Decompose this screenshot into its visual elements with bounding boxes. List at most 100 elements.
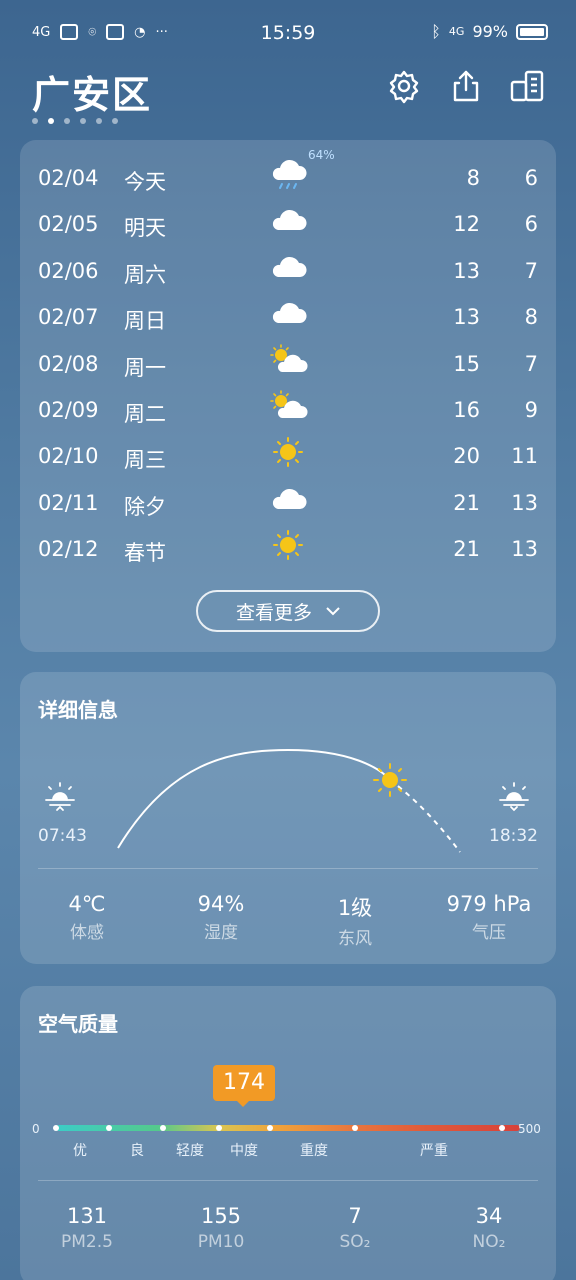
humidity-stat: 94% 湿度: [154, 892, 288, 943]
forecast-high: 13: [453, 258, 480, 283]
forecast-low: 9: [524, 398, 538, 422]
stat-label: 东风: [338, 929, 372, 949]
sunset-icon: [499, 782, 529, 812]
aqi-level-label: 严重: [420, 1143, 448, 1159]
settings-button[interactable]: [384, 66, 424, 106]
pollutant-value: 34: [475, 1204, 503, 1228]
aqi-tick: [499, 1125, 505, 1131]
forecast-high: 12: [453, 212, 480, 237]
forecast-row[interactable]: 02/12 春节 21 13: [20, 530, 556, 583]
forecast-high: 20: [453, 444, 480, 469]
forecast-low: 13: [511, 490, 538, 515]
aqi-level-label: 重度: [300, 1143, 328, 1159]
gear-icon: [389, 70, 419, 104]
cloud-icon: [272, 256, 307, 277]
aqi-value-badge: 174: [213, 1065, 275, 1107]
forecast-date: 02/06: [38, 258, 99, 283]
share-icon: [453, 70, 479, 102]
page-dot: [80, 118, 86, 124]
sun-path-chart: [45, 748, 529, 853]
share-button[interactable]: [446, 66, 486, 106]
aqi-tick: [352, 1125, 358, 1131]
sun-path-elapsed: [117, 748, 391, 849]
forecast-date: 02/11: [38, 490, 99, 515]
status-bar: 4G ⌾ ◔ ··· 15:59 ᛒ 4G 99%: [0, 0, 576, 66]
status-right: ᛒ 4G 99%: [431, 22, 548, 41]
stat-value: 94%: [197, 892, 245, 916]
forecast-low: 7: [524, 351, 538, 376]
forecast-date: 02/05: [38, 212, 99, 237]
forecast-low: 6: [524, 212, 538, 237]
aqi-level-label: 良: [130, 1143, 144, 1159]
forecast-date: 02/08: [38, 351, 99, 376]
sun-position-icon: [373, 763, 407, 797]
sun-icon: [273, 437, 303, 468]
sunset-time: 18:32: [489, 826, 538, 846]
partly-cloudy-icon: [270, 390, 308, 418]
forecast-low: 7: [524, 258, 538, 283]
no2-stat: 34 NO₂: [422, 1204, 556, 1252]
page-indicator: [32, 118, 118, 124]
aqi-tick: [267, 1125, 273, 1131]
city-name[interactable]: 广安区: [32, 64, 152, 119]
forecast-low: 13: [511, 537, 538, 562]
chevron-down-icon: [326, 607, 340, 616]
page-dot: [96, 118, 102, 124]
view-more-label: 查看更多: [235, 601, 312, 624]
aqi-max: 500: [518, 1122, 541, 1136]
pressure-stat: 979 hPa 气压: [422, 892, 556, 943]
battery-icon: [516, 23, 548, 40]
precipitation-chance: 64%: [308, 148, 335, 162]
forecast-date: 02/04: [38, 166, 99, 190]
battery-percent: 99%: [472, 22, 508, 41]
air-quality-title: 空气质量: [38, 1012, 118, 1036]
feels-like-stat: 4℃ 体感: [20, 892, 154, 943]
stat-value: 4℃: [68, 892, 106, 916]
forecast-day: 周一: [124, 355, 166, 380]
cloud-icon: [272, 210, 307, 231]
cloud-icon: [272, 303, 307, 324]
stat-label: 气压: [472, 923, 506, 943]
forecast-low: 6: [524, 166, 538, 190]
aqi-level-label: 中度: [230, 1143, 258, 1159]
forecast-day: 周二: [124, 402, 166, 426]
forecast-day: 周六: [124, 262, 166, 287]
pm25-stat: 131 PM2.5: [20, 1204, 154, 1252]
sun-icon: [273, 530, 303, 561]
forecast-low: 11: [511, 444, 538, 469]
forecast-date: 02/12: [38, 537, 99, 562]
cloud-icon: [272, 488, 307, 509]
forecast-high: 21: [453, 537, 480, 562]
page-dot: [64, 118, 70, 124]
stat-value: 979 hPa: [446, 892, 532, 916]
divider: [38, 1180, 538, 1181]
forecast-day: 明天: [124, 216, 166, 241]
air-quality-card[interactable]: 空气质量 174 0 500 优 良 轻度 中度 重度 严重 131 PM2.5…: [20, 986, 556, 1280]
forecast-date: 02/07: [38, 305, 99, 330]
stat-label: 体感: [70, 923, 104, 943]
network-indicator-right: 4G: [448, 25, 465, 38]
stat-value: 1级: [337, 896, 373, 920]
pollutant-value: 155: [200, 1204, 242, 1228]
forecast-high: 8: [466, 166, 480, 190]
aqi-tick: [216, 1125, 222, 1131]
forecast-card: 02/04 今天 64% 8 6 02/05 明天 12 6 02/06 周六 13 7 02/07 周日 1…: [20, 140, 556, 652]
forecast-day: 除夕: [124, 494, 166, 519]
page-dot-active: [48, 118, 54, 124]
pollutant-value: 131: [66, 1204, 108, 1228]
aqi-level-label: 轻度: [176, 1143, 204, 1159]
pollutant-label: SO₂: [339, 1232, 371, 1252]
city-list-icon: [510, 70, 544, 102]
aqi-min: 0: [32, 1122, 40, 1136]
so2-stat: 7 SO₂: [288, 1204, 422, 1252]
aqi-scale-bar: [56, 1125, 520, 1131]
forecast-date: 02/09: [38, 398, 99, 422]
cloud-rain-icon: [272, 159, 307, 189]
city-manage-button[interactable]: [508, 66, 548, 106]
wind-stat: 1级 东风: [288, 892, 422, 949]
aqi-tick: [53, 1125, 59, 1131]
forecast-day: 周日: [124, 309, 166, 334]
pollutant-label: PM2.5: [61, 1232, 113, 1252]
view-more-button[interactable]: 查看更多: [196, 590, 380, 632]
aqi-tick: [160, 1125, 166, 1131]
